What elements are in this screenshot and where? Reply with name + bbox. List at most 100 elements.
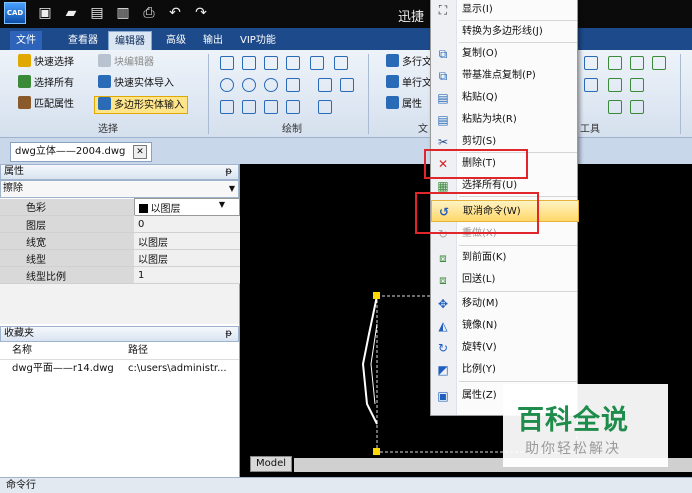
pin-icon[interactable]: ᵽ (225, 165, 232, 179)
close-icon[interactable]: ✕ (133, 145, 147, 159)
chamfer-icon[interactable] (630, 100, 644, 114)
menu-item-paste[interactable]: ▤ 粘贴(Q) (431, 87, 579, 109)
menu-item-send-back[interactable]: ⧈ 回送(L) (431, 269, 579, 291)
print-icon[interactable]: ⎙ (140, 4, 158, 22)
dimension-icon[interactable] (340, 78, 354, 92)
tab-output[interactable]: 输出 (197, 31, 229, 50)
open-icon[interactable]: ▰ (62, 4, 80, 22)
display-icon: ⛶ (438, 3, 448, 17)
select-all-button[interactable]: 选择所有 (18, 75, 74, 93)
app-logo[interactable]: CAD (4, 2, 26, 24)
circle-icon[interactable] (220, 78, 234, 92)
table-row: 色彩 以图层 ▼ (0, 198, 240, 216)
single-line-text-button[interactable]: 单行文 (386, 75, 432, 93)
solid-icon[interactable] (264, 100, 278, 114)
table-icon[interactable] (310, 56, 324, 70)
quick-select-icon (18, 54, 31, 67)
arc-icon[interactable] (242, 78, 256, 92)
rectangle-icon[interactable] (264, 56, 278, 70)
property-value[interactable]: 0 (134, 215, 240, 233)
property-value[interactable]: 以图层 (134, 249, 240, 267)
attribute-button[interactable]: 属性 (386, 96, 422, 114)
table-row: 线型比例 1 (0, 266, 240, 284)
ribbon-panel: 快速选择 块编辑器 选择所有 快速实体导入 匹配属性 多边形实体输入 选择 绘制… (0, 50, 692, 138)
menu-item-display[interactable]: ⛶ 显示(I) (431, 0, 579, 21)
tool-icon[interactable] (584, 56, 598, 70)
menu-item-scale[interactable]: ◩ 比例(Y) (431, 359, 579, 381)
polygon-entity-input-button[interactable]: 多边形实体输入 (94, 96, 188, 114)
bring-front-icon: ⧈ (439, 251, 447, 265)
hatch-icon[interactable] (334, 56, 348, 70)
title-bar: CAD ▣ ▰ ▤ ▥ ⎙ ↶ ↷ 迅捷 (0, 0, 692, 28)
menu-separator (459, 291, 577, 292)
menu-item-copy[interactable]: ⧉ 复制(O) (431, 43, 579, 65)
menu-item-move[interactable]: ✥ 移动(M) (431, 293, 579, 315)
explode-icon[interactable] (584, 78, 598, 92)
grid-icon[interactable] (318, 100, 332, 114)
tab-file[interactable]: 文件 (10, 31, 42, 50)
spline-icon[interactable] (286, 56, 300, 70)
copy-tool-icon[interactable] (608, 56, 622, 70)
menu-item-mirror[interactable]: ◭ 镜像(N) (431, 315, 579, 337)
extend-icon[interactable] (630, 78, 644, 92)
offset-icon[interactable] (652, 56, 666, 70)
tab-vip[interactable]: VIP功能 (234, 31, 282, 50)
pin-icon[interactable]: ᵽ (225, 327, 232, 341)
mirror-icon: ◭ (438, 319, 448, 333)
menu-item-paste-block[interactable]: ▤ 粘贴为块(R) (431, 109, 579, 131)
undo-icon[interactable]: ↶ (166, 4, 184, 22)
revcloud-icon[interactable] (220, 100, 234, 114)
column-header[interactable]: 名称 (12, 342, 32, 360)
save-icon[interactable]: ▤ (88, 4, 106, 22)
property-value[interactable]: 以图层 (134, 232, 240, 250)
properties-table: 色彩 以图层 ▼ 图层 0 线宽 以图层 线型 以图层 线型比例 1 (0, 198, 240, 284)
property-value[interactable]: 1 (134, 266, 240, 284)
point-icon[interactable] (286, 78, 300, 92)
menu-item-rotate[interactable]: ↻ 旋转(V) (431, 337, 579, 359)
polyline-icon[interactable] (242, 56, 256, 70)
image-icon[interactable] (286, 100, 300, 114)
favorites-title: 收藏夹 (4, 328, 34, 339)
fillet-icon[interactable] (608, 100, 622, 114)
line-icon[interactable] (220, 56, 234, 70)
gradient-icon[interactable] (242, 100, 256, 114)
block-editor-button[interactable]: 块编辑器 (98, 54, 154, 72)
match-properties-button[interactable]: 匹配属性 (18, 96, 74, 114)
select-group-label: 选择 (98, 124, 118, 135)
properties-empty-area (0, 284, 239, 324)
command-line[interactable]: 命令行 (0, 477, 692, 493)
redo-icon[interactable]: ↷ (192, 4, 210, 22)
property-name: 线型 (0, 249, 134, 267)
ellipse-icon[interactable] (264, 78, 278, 92)
quick-entity-import-button[interactable]: 快速实体导入 (98, 75, 174, 93)
menu-item-convert-polyline[interactable]: 转换为多边形线(J) (431, 21, 579, 43)
model-tab[interactable]: Model (250, 456, 292, 472)
mtext-button[interactable]: 多行文 (386, 54, 432, 72)
tab-viewer[interactable]: 查看器 (62, 31, 104, 50)
column-header[interactable]: 路径 (128, 342, 148, 360)
left-panel: 属性 ᵽ 擦除 ▼ 色彩 以图层 ▼ 图层 0 线宽 以图层 线型 以图层 线型比… (0, 164, 240, 477)
save-as-icon[interactable]: ▥ (114, 4, 132, 22)
brush-icon (18, 96, 31, 109)
entity-type-select[interactable]: 擦除 ▼ (0, 180, 239, 198)
pen-icon[interactable] (318, 78, 332, 92)
menu-item-bring-front[interactable]: ⧈ 到前面(K) (431, 247, 579, 269)
quick-select-button[interactable]: 快速选择 (18, 54, 74, 72)
tools-group-label: 工具 (580, 124, 600, 135)
scale-icon: ◩ (437, 363, 449, 377)
entity-import-icon (98, 75, 111, 88)
color-swatch (138, 203, 148, 213)
trim-icon[interactable] (608, 78, 622, 92)
table-row: 图层 0 (0, 215, 240, 233)
watermark: 百科全说 助你轻松解决 (503, 384, 668, 467)
list-item[interactable]: dwg平面——r14.dwg c:\users\administr... (0, 360, 239, 378)
menu-item-copy-base[interactable]: ⧉ 带基准点复制(P) (431, 65, 579, 87)
group-separator (368, 54, 369, 134)
tab-editor[interactable]: 编辑器 (108, 31, 152, 50)
new-icon[interactable]: ▣ (36, 4, 54, 22)
watermark-subtitle: 助你轻松解决 (525, 441, 621, 457)
array-icon[interactable] (630, 56, 644, 70)
tab-advanced[interactable]: 高级 (160, 31, 192, 50)
color-select[interactable]: 以图层 ▼ (133, 198, 240, 216)
document-tab[interactable]: dwg立体——2004.dwg ✕ (10, 142, 152, 162)
